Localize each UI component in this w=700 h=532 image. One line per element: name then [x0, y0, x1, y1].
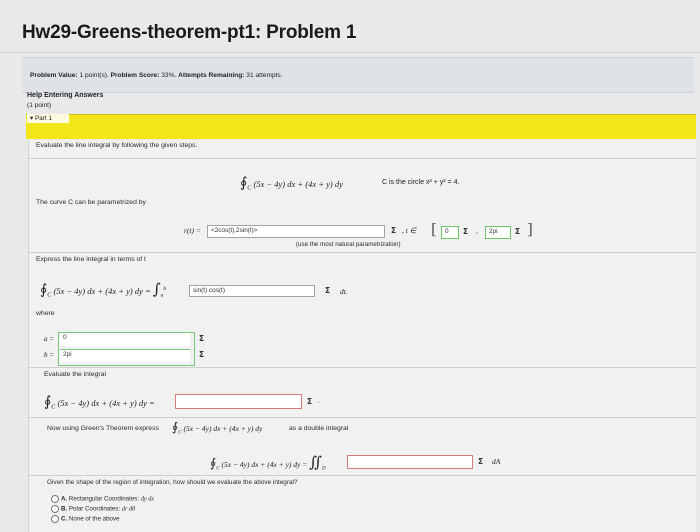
option-math: dr dθ [121, 505, 136, 513]
option-letter: A. [61, 495, 68, 503]
left-bracket: [ [431, 220, 437, 238]
option-math: dy dx [140, 495, 155, 503]
interval-comma: , [476, 228, 478, 235]
separator [29, 475, 696, 476]
dA-label: dA [492, 457, 501, 466]
param-prompt: The curve C can be parametrized by [36, 199, 146, 206]
separator [29, 367, 696, 368]
points-label: (1 point) [27, 102, 52, 109]
evaluate-integral: ∮C (5x − 4y) dx + (4x + y) dy = [44, 394, 155, 411]
display-integral: ∮C (5x − 4y) dx + (4x + y) dy [240, 175, 343, 192]
upper-limit: b [163, 286, 167, 293]
greens-tail: as a double integral [289, 425, 349, 432]
b-input[interactable]: 2pi [60, 349, 190, 362]
double-integral-input[interactable] [347, 455, 473, 469]
value-label: Problem Value: [30, 72, 78, 79]
part-bar[interactable] [26, 114, 696, 139]
page-title: Hw29-Greens-theorem-pt1: Problem 1 [22, 22, 357, 43]
integrand: (5x − 4y) dx + (4x + y) dy = [221, 460, 308, 469]
part-toggle[interactable]: ▾ Part 1 [27, 114, 69, 123]
double-integral: ∮C (5x − 4y) dx + (4x + y) dy = ∬D [210, 453, 326, 472]
interval-end-input[interactable]: 2pi [485, 226, 511, 239]
integrand: (5x − 4y) dx + (4x + y) dy = [53, 286, 151, 296]
problem-info-bar: Problem Value: 1 point(s). Problem Score… [22, 57, 694, 93]
sigma-icon[interactable]: Σ [199, 350, 204, 359]
right-bracket: ] [527, 220, 533, 238]
param-note: (use the most natural parametrization) [296, 241, 401, 248]
option-letter: B. [61, 505, 68, 513]
integrand: (5x − 4y) dx + (4x + y) dy = [57, 398, 155, 408]
shape-question: Given the shape of the region of integra… [47, 479, 298, 486]
attempts-label: Attempts Remaining: [178, 72, 245, 79]
option-c[interactable]: C. None of the above [51, 515, 120, 523]
sigma-icon[interactable]: Σ [391, 226, 396, 235]
separator [29, 158, 696, 159]
value-text: 1 point(s). [79, 72, 109, 79]
where-label: where [36, 310, 55, 317]
integrand: (5x − 4y) dx + (4x + y) dy [183, 424, 263, 433]
r-input[interactable]: <2cos(t),2sin(t)> [207, 225, 385, 238]
a-label: a = [44, 335, 54, 343]
option-a[interactable]: A. Rectangular Coordinates: dy dx [51, 495, 154, 503]
sigma-icon[interactable]: Σ [307, 397, 312, 406]
lower-limit: a [160, 292, 164, 299]
integrand: (5x − 4y) dx + (4x + y) dy [253, 179, 343, 189]
dt-label: dt. [340, 287, 348, 296]
greens-prompt: Now using Green's Theorem express [47, 425, 159, 432]
evaluate-input[interactable] [175, 394, 302, 409]
integral-symbol: ∫ [152, 280, 161, 298]
separator [29, 417, 696, 418]
separator [29, 252, 696, 253]
subscript-c: C [51, 404, 56, 411]
sigma-icon[interactable]: Σ [463, 227, 468, 236]
subscript-c: C [216, 466, 220, 472]
greens-integral: ∮C (5x − 4y) dx + (4x + y) dy [172, 420, 262, 436]
curve-description: C is the circle x² + y² = 4. [382, 179, 460, 186]
score-label: Problem Score: [110, 72, 160, 79]
r-label: r(t) = [184, 226, 201, 235]
option-letter: C. [61, 515, 68, 523]
option-b[interactable]: B. Polar Coordinates: dr dθ [51, 505, 135, 513]
b-label: b = [44, 351, 54, 359]
attempts-text: 31 attempts. [246, 72, 283, 79]
radio-button[interactable] [51, 515, 59, 523]
subscript-c: C [178, 430, 182, 436]
double-integral-symbol: ∬ [309, 453, 322, 471]
option-text: None of the above [68, 515, 120, 523]
option-text: Rectangular Coordinates: [68, 495, 140, 503]
express-integral: ∮C (5x − 4y) dx + (4x + y) dy = ∫ab [40, 280, 166, 299]
sigma-icon[interactable]: Σ [515, 227, 520, 236]
subscript-c: C [247, 185, 252, 192]
score-text: 33%. [161, 72, 177, 79]
subscript-d: D [321, 466, 326, 472]
evaluate-label: Evaluate the integral [44, 371, 106, 378]
sigma-icon[interactable]: Σ [325, 286, 330, 295]
subscript-c: C [47, 292, 52, 299]
a-input[interactable]: 0 [60, 333, 190, 346]
option-text: Polar Coordinates: [68, 505, 121, 513]
sigma-icon[interactable]: Σ [199, 334, 204, 343]
express-prompt: Express the line integral in terms of t [36, 256, 146, 263]
radio-button[interactable] [51, 495, 59, 503]
integrand-input[interactable]: sin(t) cos(t) [189, 285, 315, 297]
help-link[interactable]: Help Entering Answers [27, 92, 103, 99]
instructions: Evaluate the line integral by following … [36, 142, 198, 149]
interval-start-input[interactable]: 0 [441, 226, 459, 239]
radio-button[interactable] [51, 505, 59, 513]
t-in-label: , t ∈ [402, 226, 417, 235]
evaluate-period: . [318, 398, 320, 405]
title-divider [0, 52, 700, 53]
sigma-icon[interactable]: Σ [478, 457, 483, 466]
